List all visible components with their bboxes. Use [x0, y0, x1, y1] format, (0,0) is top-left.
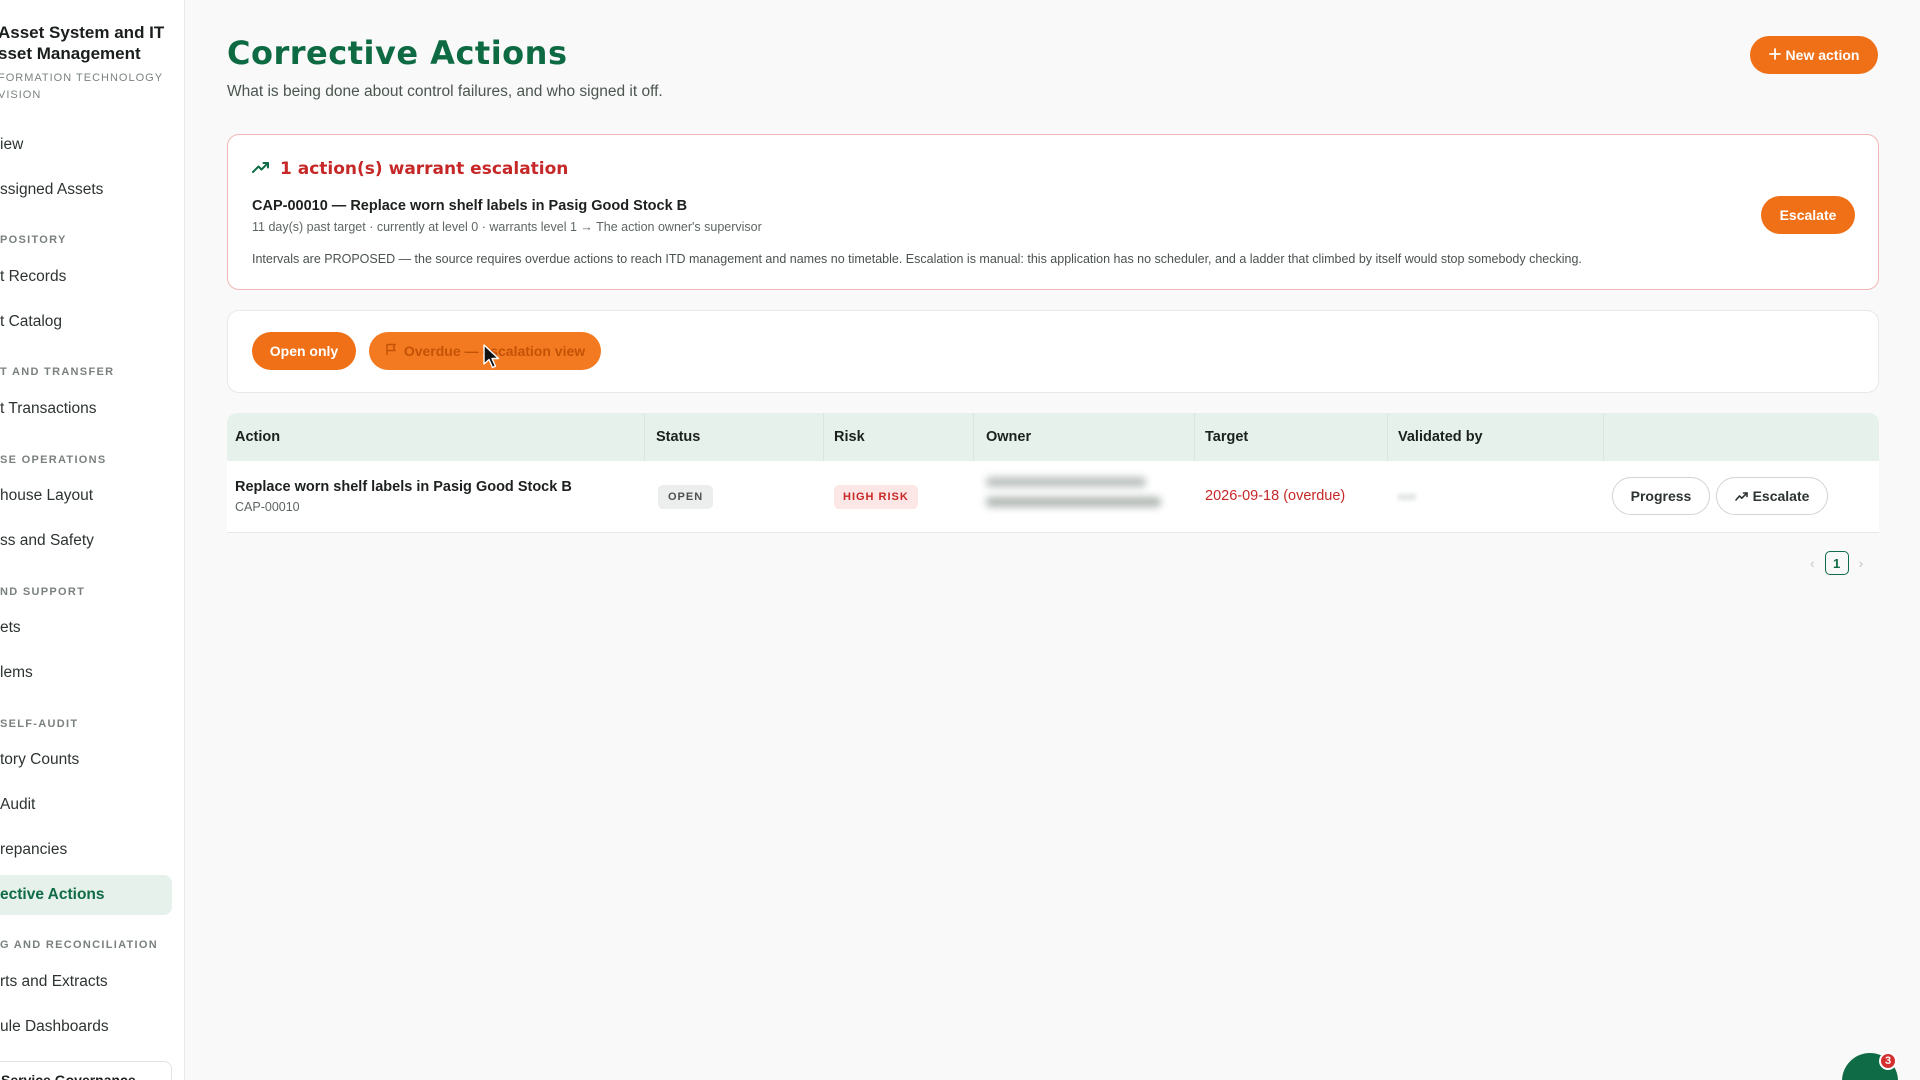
column-header-risk[interactable]: Risk [824, 413, 974, 461]
sidebar-item-asset-catalog[interactable]: t Catalog [0, 302, 172, 342]
risk-badge: HIGH RISK [834, 485, 918, 509]
flag-icon [385, 343, 398, 359]
escalate-button[interactable]: Escalate [1761, 196, 1855, 234]
column-header-status[interactable]: Status [648, 413, 824, 461]
sidebar-section-warehouse-operations: SE OPERATIONS [0, 454, 107, 466]
sidebar: Asset System and IT sset Management FORM… [0, 0, 185, 1080]
sidebar-item-corrective-actions[interactable]: ective Actions [0, 875, 172, 915]
chevron-left-icon[interactable]: ‹ [1810, 555, 1815, 571]
sidebar-footer-service-governance[interactable]: Service Governance [0, 1061, 172, 1080]
sidebar-item-assigned-assets[interactable]: ssigned Assets [0, 170, 172, 210]
page-subtitle: What is being done about control failure… [227, 83, 663, 100]
pagination: ‹ 1 › [1810, 551, 1863, 575]
validated-by-cell [1388, 461, 1604, 533]
page-number-current[interactable]: 1 [1824, 551, 1849, 575]
page-title: Corrective Actions [227, 34, 568, 72]
target-date-overdue: 2026-09-18 (overdue) [1205, 488, 1346, 504]
sidebar-item-discrepancies[interactable]: repancies [0, 830, 172, 870]
table-row[interactable]: Replace worn shelf labels in Pasig Good … [227, 461, 1879, 533]
trending-up-icon [252, 160, 270, 179]
column-header-owner[interactable]: Owner [974, 413, 1195, 461]
sidebar-item-asset-records[interactable]: t Records [0, 257, 172, 297]
escalation-heading: 1 action(s) warrant escalation [252, 159, 568, 179]
action-id: CAP-00010 [235, 500, 300, 514]
escalation-item-title: CAP-00010 — Replace worn shelf labels in… [252, 198, 688, 214]
escalation-note: Intervals are PROPOSED — the source requ… [252, 252, 1582, 266]
sidebar-item-tickets[interactable]: ets [0, 608, 172, 648]
sidebar-item-warehouse-layout[interactable]: house Layout [0, 476, 172, 516]
sidebar-item-access-safety[interactable]: ss and Safety [0, 521, 172, 561]
app-title: Asset System and IT sset Management [0, 22, 184, 64]
table-header: Action Status Risk Owner Target Validate… [227, 413, 1879, 461]
column-header-target[interactable]: Target [1195, 413, 1388, 461]
app-title-line1: Asset System and IT [0, 23, 165, 42]
target-cell: 2026-09-18 (overdue) [1195, 461, 1388, 533]
action-title[interactable]: Replace worn shelf labels in Pasig Good … [235, 479, 572, 495]
notification-count-badge: 3 [1879, 1052, 1897, 1070]
sidebar-section-repository: POSITORY [0, 234, 67, 246]
new-action-label: New action [1785, 47, 1860, 63]
status-badge: OPEN [658, 485, 714, 509]
new-action-button[interactable]: New action [1750, 36, 1878, 74]
escalation-heading-text: 1 action(s) warrant escalation [280, 159, 569, 179]
sidebar-item-problems[interactable]: lems [0, 653, 172, 693]
sidebar-item-inventory-counts[interactable]: tory Counts [0, 740, 172, 780]
progress-button[interactable]: Progress [1612, 477, 1710, 515]
app-subtitle-line1: FORMATION TECHNOLOGY [0, 72, 164, 84]
status-cell: OPEN [648, 461, 824, 533]
mouse-cursor-icon [483, 344, 501, 375]
app-subtitle-line2: VISION [0, 89, 42, 101]
plus-icon [1768, 47, 1781, 63]
sidebar-item-asset-transactions[interactable]: t Transactions [0, 389, 172, 429]
sidebar-section-assignment-transfer: T AND TRANSFER [0, 366, 115, 378]
validated-by-redacted [1398, 494, 1416, 500]
sidebar-section-reporting-reconciliation: G AND RECONCILIATION [0, 939, 158, 951]
sidebar-section-service-support: ND SUPPORT [0, 586, 86, 598]
sidebar-item-overview[interactable]: iew [0, 125, 172, 165]
row-escalate-label: Escalate [1752, 488, 1810, 504]
trending-up-icon [1734, 488, 1748, 504]
app-title-line2: sset Management [0, 44, 141, 63]
column-header-validated-by[interactable]: Validated by [1388, 413, 1604, 461]
row-escalate-button[interactable]: Escalate [1716, 477, 1828, 515]
sidebar-item-reports-extracts[interactable]: rts and Extracts [0, 962, 172, 1002]
filter-bar: Open only Overdue — escalation view [227, 310, 1879, 393]
action-cell: Replace worn shelf labels in Pasig Good … [227, 461, 648, 533]
owner-redacted [986, 477, 1161, 517]
risk-cell: HIGH RISK [824, 461, 974, 533]
sidebar-item-audit[interactable]: Audit [0, 785, 172, 825]
chevron-right-icon[interactable]: › [1859, 555, 1864, 571]
sidebar-item-module-dashboards[interactable]: ule Dashboards [0, 1007, 172, 1047]
sidebar-section-self-audit: SELF-AUDIT [0, 718, 79, 730]
open-only-filter[interactable]: Open only [252, 332, 356, 370]
app-subtitle: FORMATION TECHNOLOGY VISION [0, 70, 184, 104]
corrective-actions-table: Action Status Risk Owner Target Validate… [227, 413, 1879, 533]
escalation-alert-card: 1 action(s) warrant escalation CAP-00010… [227, 134, 1879, 290]
column-header-action[interactable]: Action [235, 413, 645, 461]
brand: Asset System and IT sset Management FORM… [0, 22, 184, 104]
escalation-item-meta: 11 day(s) past target · currently at lev… [252, 220, 762, 234]
owner-cell [974, 461, 1195, 533]
